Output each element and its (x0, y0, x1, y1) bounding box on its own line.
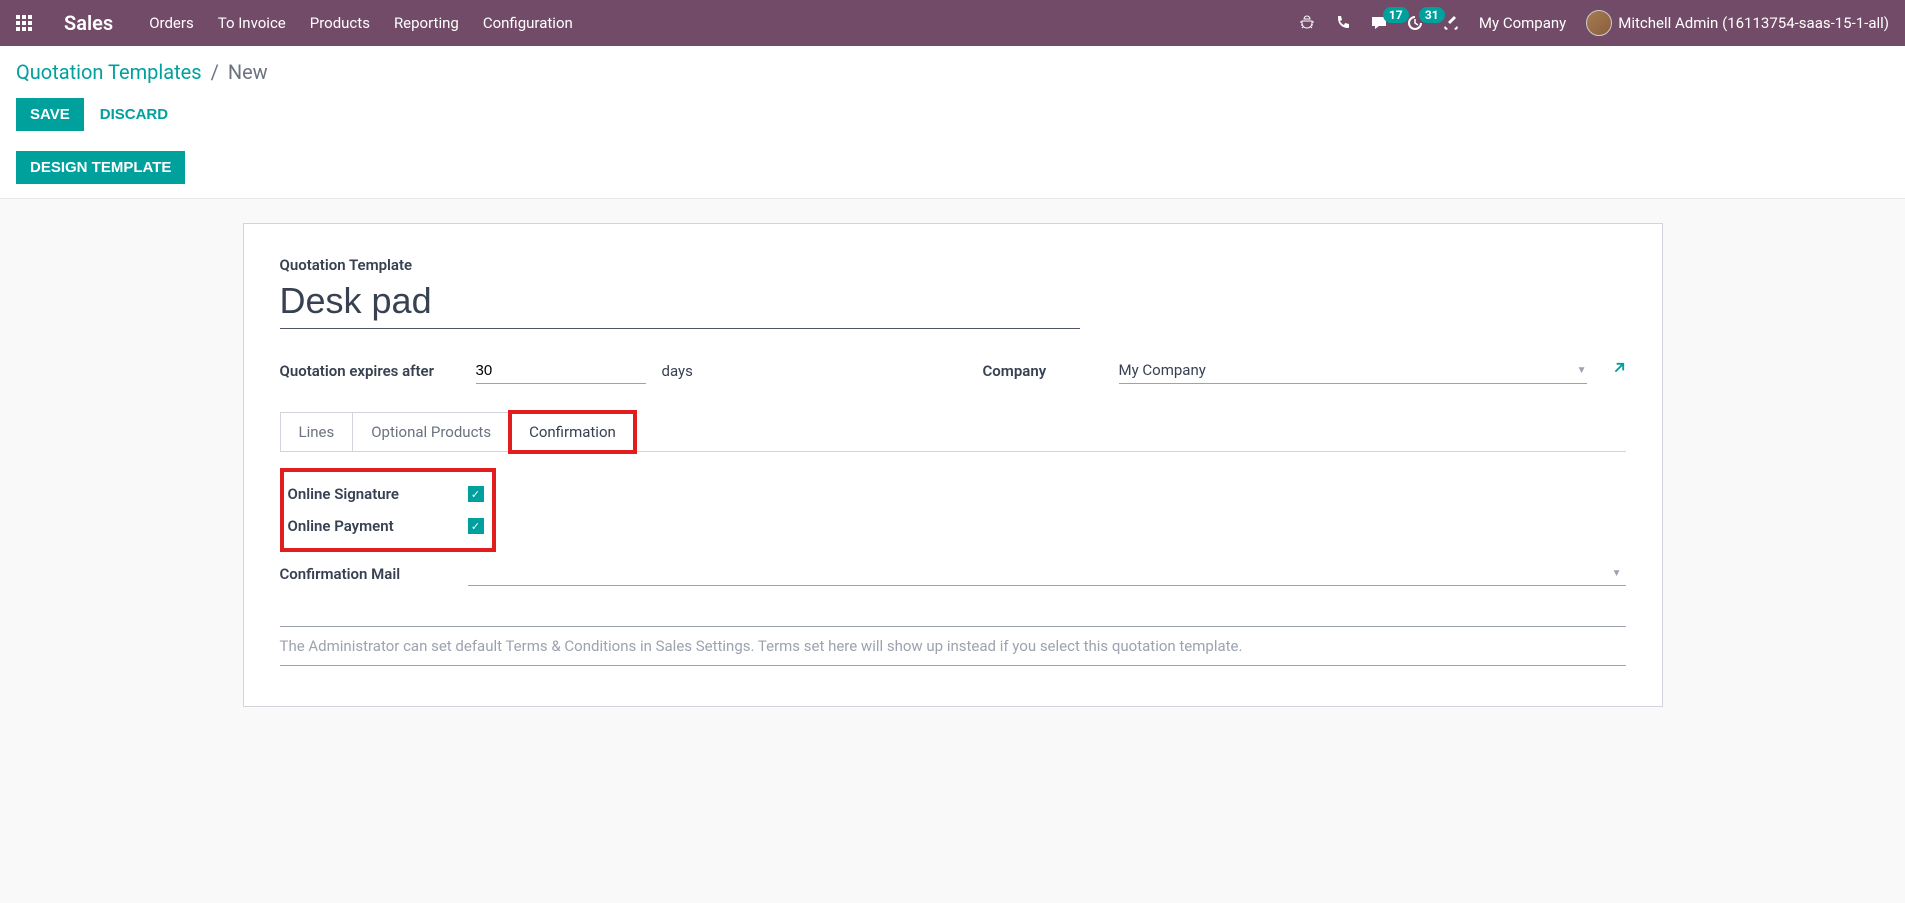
confirmation-pane: Online Signature ✓ Online Payment ✓ Conf… (280, 452, 1626, 666)
tab-lines[interactable]: Lines (280, 412, 354, 451)
top-navbar: Sales Orders To Invoice Products Reporti… (0, 0, 1905, 46)
activities-badge: 31 (1419, 7, 1445, 23)
chevron-down-icon: ▼ (1577, 365, 1587, 376)
user-name: Mitchell Admin (16113754-saas-15-1-all) (1618, 14, 1889, 32)
debug-icon[interactable] (1299, 15, 1315, 31)
title-label: Quotation Template (280, 256, 1626, 274)
app-title[interactable]: Sales (64, 11, 113, 35)
expires-days-input[interactable] (476, 358, 646, 384)
online-signature-checkbox[interactable]: ✓ (468, 486, 484, 502)
nav-configuration[interactable]: Configuration (483, 14, 573, 32)
breadcrumb-row: Quotation Templates / New (0, 46, 1905, 84)
nav-orders[interactable]: Orders (149, 14, 194, 32)
form-sheet: Quotation Template Quotation expires aft… (243, 223, 1663, 707)
phone-icon[interactable] (1335, 15, 1351, 31)
expires-suffix: days (662, 362, 693, 380)
design-template-button[interactable]: DESIGN TEMPLATE (16, 151, 185, 184)
apps-icon[interactable] (16, 15, 32, 31)
confirmation-mail-label: Confirmation Mail (280, 565, 468, 583)
tab-optional-products[interactable]: Optional Products (353, 412, 510, 451)
template-name-input[interactable] (280, 278, 1080, 329)
messages-icon[interactable]: 17 (1371, 15, 1387, 31)
company-select[interactable]: My Company ▼ (1119, 357, 1587, 384)
company-label: Company (983, 362, 1103, 380)
design-row: DESIGN TEMPLATE (0, 143, 1905, 199)
confirmation-mail-select[interactable]: ▼ (468, 562, 1626, 586)
tab-confirmation[interactable]: Confirmation (510, 412, 635, 452)
external-link-icon[interactable] (1611, 361, 1626, 380)
nav-reporting[interactable]: Reporting (394, 14, 459, 32)
breadcrumb-parent[interactable]: Quotation Templates (16, 60, 202, 84)
breadcrumb-separator: / (211, 60, 219, 84)
breadcrumb: Quotation Templates / New (16, 60, 1889, 84)
nav-to-invoice[interactable]: To Invoice (218, 14, 286, 32)
avatar (1586, 10, 1612, 36)
terms-textarea[interactable]: The Administrator can set default Terms … (280, 626, 1626, 666)
activities-icon[interactable]: 31 (1407, 15, 1423, 31)
highlighted-checkbox-group: Online Signature ✓ Online Payment ✓ (280, 468, 496, 552)
user-menu[interactable]: Mitchell Admin (16113754-saas-15-1-all) (1586, 10, 1889, 36)
discard-button[interactable]: DISCARD (100, 106, 168, 123)
tools-icon[interactable] (1443, 15, 1459, 31)
chevron-down-icon: ▼ (1612, 568, 1622, 579)
breadcrumb-current: New (228, 60, 268, 84)
online-payment-checkbox[interactable]: ✓ (468, 518, 484, 534)
expires-label: Quotation expires after (280, 362, 460, 380)
company-value: My Company (1119, 361, 1206, 379)
save-button[interactable]: SAVE (16, 98, 84, 131)
company-switcher[interactable]: My Company (1479, 14, 1566, 32)
nav-products[interactable]: Products (310, 14, 370, 32)
tabs: Lines Optional Products Confirmation (280, 412, 1626, 452)
messages-badge: 17 (1383, 7, 1409, 23)
online-signature-label: Online Signature (284, 485, 468, 503)
actions-row: SAVE DISCARD (0, 84, 1905, 143)
online-payment-label: Online Payment (284, 517, 468, 535)
